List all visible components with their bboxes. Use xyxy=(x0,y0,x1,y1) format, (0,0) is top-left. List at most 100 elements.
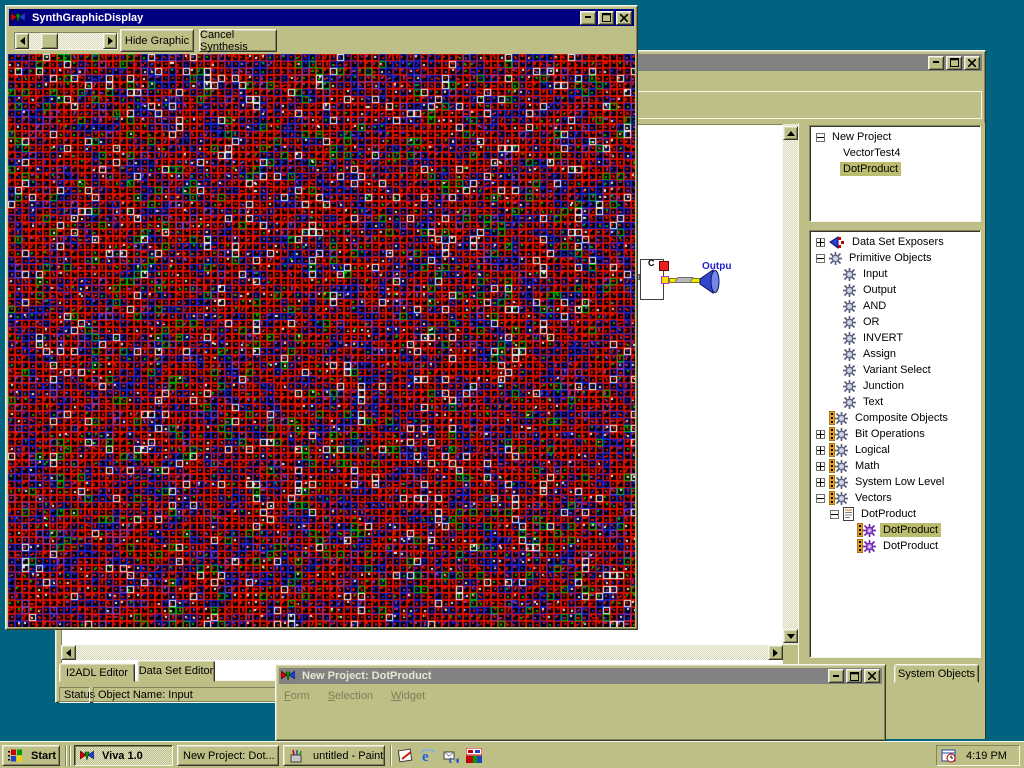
minimize-icon xyxy=(932,61,940,64)
viva-logo-icon xyxy=(281,670,295,682)
menu-item-form[interactable]: Form xyxy=(284,690,310,702)
minimize-button[interactable] xyxy=(580,11,596,25)
tree-row[interactable]: Text xyxy=(812,394,980,410)
tree-row[interactable]: DotProduct xyxy=(812,161,980,177)
vertical-scrollbar[interactable] xyxy=(783,124,798,645)
hide-graphic-button[interactable]: Hide Graphic xyxy=(120,29,194,52)
expand-toggle[interactable] xyxy=(816,238,825,247)
menu-item-selection[interactable]: Selection xyxy=(328,690,373,702)
tree-row[interactable]: Variant Select xyxy=(812,362,980,378)
project-menubar: Form Selection Widget xyxy=(284,688,882,704)
gear-icon xyxy=(843,300,856,313)
expand-toggle[interactable] xyxy=(816,478,825,487)
task-button-label: Viva 1.0 xyxy=(102,750,143,762)
tree-item-label: Bit Operations xyxy=(852,427,928,441)
tree-row[interactable]: Logical xyxy=(812,442,980,458)
tree-row[interactable]: Assign xyxy=(812,346,980,362)
gear-icon xyxy=(843,348,856,361)
output-cone-icon[interactable] xyxy=(699,268,722,298)
expand-toggle[interactable] xyxy=(816,494,825,503)
scroll-down-button[interactable] xyxy=(783,629,798,643)
task-button-untitled-paint[interactable]: untitled - Paint xyxy=(283,745,385,766)
quick-launch-pen-doc-icon[interactable] xyxy=(397,745,417,766)
dotproduct-object-icon xyxy=(857,523,876,537)
synth-titlebar[interactable]: SynthGraphicDisplay xyxy=(9,9,634,26)
horizontal-scrollbar[interactable] xyxy=(61,645,783,660)
tree-item-label: Junction xyxy=(860,379,907,393)
cancel-synthesis-button[interactable]: Cancel Synthesis xyxy=(199,29,277,52)
maximize-button[interactable] xyxy=(598,11,614,25)
tree-row[interactable]: Composite Objects xyxy=(812,410,980,426)
scroll-left-button[interactable] xyxy=(15,33,29,49)
expand-toggle[interactable] xyxy=(830,510,839,519)
minimize-button[interactable] xyxy=(828,669,844,683)
tree-row[interactable]: DotProduct xyxy=(812,522,980,538)
close-button[interactable] xyxy=(616,11,632,25)
clock: 4:19 PM xyxy=(966,750,1007,762)
tree-row[interactable]: System Low Level xyxy=(812,474,980,490)
expand-toggle[interactable] xyxy=(816,446,825,455)
scroll-right-button[interactable] xyxy=(768,645,783,660)
project-tree[interactable]: New ProjectVectorTest4DotProduct xyxy=(809,125,981,222)
expand-toggle[interactable] xyxy=(816,133,825,142)
graphic-scrollbar[interactable] xyxy=(14,32,118,50)
quick-launch-internet-explorer-icon[interactable]: e xyxy=(420,745,440,766)
quick-launch-msdg-icon[interactable] xyxy=(466,745,486,766)
status-panel: Status xyxy=(59,687,90,703)
node-port-label: C xyxy=(648,258,655,268)
scroll-up-button[interactable] xyxy=(783,126,798,140)
maximize-button[interactable] xyxy=(946,56,962,70)
scroll-right-button[interactable] xyxy=(103,33,117,49)
mail-icon xyxy=(443,749,459,763)
expand-toggle[interactable] xyxy=(816,462,825,471)
start-button[interactable]: Start xyxy=(2,745,60,766)
maximize-button[interactable] xyxy=(846,669,862,683)
object-tree[interactable]: Data Set ExposersPrimitive ObjectsInputO… xyxy=(809,230,981,658)
tree-item-label: DotProduct xyxy=(858,507,919,521)
minimize-button[interactable] xyxy=(928,56,944,70)
tree-row[interactable]: Data Set Exposers xyxy=(812,234,980,250)
status-label: Status xyxy=(64,689,95,701)
tree-row[interactable]: Junction xyxy=(812,378,980,394)
tree-item-label: Math xyxy=(852,459,882,473)
tree-row[interactable]: Math xyxy=(812,458,980,474)
tree-row[interactable]: INVERT xyxy=(812,330,980,346)
project-titlebar[interactable]: New Project: DotProduct xyxy=(279,668,882,684)
tab-data-set-editor[interactable]: Data Set Editor xyxy=(137,660,215,682)
project-window-title: New Project: DotProduct xyxy=(302,670,825,682)
tree-row[interactable]: VectorTest4 xyxy=(812,145,980,161)
gear-icon xyxy=(843,316,856,329)
scroll-left-button[interactable] xyxy=(61,645,76,660)
task-button-viva-1-0[interactable]: Viva 1.0 xyxy=(74,745,173,766)
system-objects-tab[interactable]: System Objects xyxy=(894,664,979,683)
tree-row[interactable]: Output xyxy=(812,282,980,298)
expand-toggle[interactable] xyxy=(816,430,825,439)
tree-row[interactable]: Input xyxy=(812,266,980,282)
scroll-thumb[interactable] xyxy=(41,33,58,49)
tree-row-root[interactable]: New Project xyxy=(812,129,980,145)
document-icon xyxy=(843,507,854,521)
quick-launch-mail-icon[interactable] xyxy=(443,745,463,766)
port[interactable] xyxy=(661,276,669,284)
tree-row[interactable]: Vectors xyxy=(812,490,980,506)
tab-i2adl-editor[interactable]: I2ADL Editor xyxy=(59,663,135,682)
tab-label: I2ADL Editor xyxy=(66,667,128,679)
tree-row[interactable]: Primitive Objects xyxy=(812,250,980,266)
tree-row[interactable]: DotProduct xyxy=(812,506,980,522)
expand-toggle[interactable] xyxy=(816,254,825,263)
tree-item-label: Composite Objects xyxy=(852,411,951,425)
tree-row[interactable]: OR xyxy=(812,314,980,330)
arrow-down-icon xyxy=(787,634,795,639)
tree-item-label: DotProduct xyxy=(880,523,941,537)
system-tray: 4:19 PM xyxy=(936,745,1020,766)
composite-object-icon xyxy=(829,411,848,425)
menu-item-widget[interactable]: Widget xyxy=(391,690,425,702)
taskbar-divider xyxy=(390,745,392,766)
tree-row[interactable]: DotProduct xyxy=(812,538,980,554)
taskbar-divider xyxy=(69,745,71,766)
task-button-new-project-dot-[interactable]: New Project: Dot... xyxy=(177,745,279,766)
close-button[interactable] xyxy=(864,669,880,683)
close-button[interactable] xyxy=(964,56,980,70)
tree-row[interactable]: AND xyxy=(812,298,980,314)
tree-row[interactable]: Bit Operations xyxy=(812,426,980,442)
